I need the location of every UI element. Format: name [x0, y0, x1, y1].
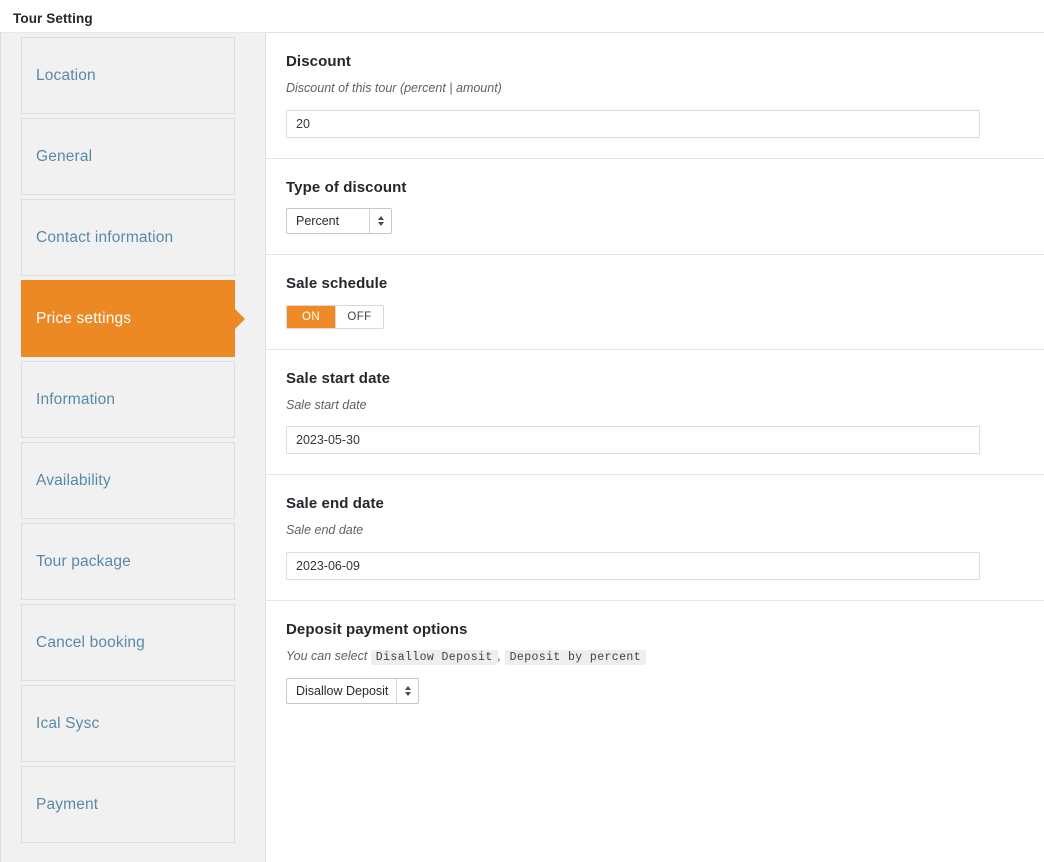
page-title: Tour Setting [13, 11, 93, 26]
sidebar-item-label: Location [36, 66, 96, 84]
sidebar-item-information[interactable]: Information [21, 361, 235, 438]
description-prefix: You can select [286, 648, 368, 663]
field-sale-start-date: Sale start date Sale start date [266, 350, 1044, 475]
sidebar-item-price-settings[interactable]: Price settings [21, 280, 245, 357]
sidebar-item-payment[interactable]: Payment [21, 766, 235, 843]
page-header: Tour Setting [0, 0, 1044, 32]
sidebar-item-label: Contact information [36, 228, 174, 246]
sale-start-date-input[interactable] [286, 426, 980, 454]
main-layout: Location General Contact information Pri… [0, 32, 1044, 862]
settings-content-panel: Discount Discount of this tour (percent … [265, 32, 1044, 862]
sidebar-item-label: Price settings [36, 309, 132, 327]
select-value: Percent [296, 213, 340, 228]
tour-setting-page: Tour Setting Location General Contact in… [0, 0, 1044, 862]
settings-sidebar: Location General Contact information Pri… [0, 32, 265, 862]
deposit-payment-options-select[interactable]: Disallow Deposit [286, 677, 420, 704]
field-deposit-payment-options: Deposit payment options You can select D… [266, 601, 1044, 724]
field-title: Sale end date [286, 495, 385, 512]
sidebar-item-availability[interactable]: Availability [21, 442, 235, 519]
field-title: Discount [286, 53, 351, 70]
field-description: Discount of this tour (percent | amount) [286, 81, 502, 95]
sidebar-item-ical-sysc[interactable]: Ical Sysc [21, 685, 235, 762]
chevron-updown-icon [369, 208, 391, 233]
field-sale-end-date: Sale end date Sale end date [266, 475, 1044, 601]
field-discount: Discount Discount of this tour (percent … [266, 33, 1044, 159]
field-title: Deposit payment options [286, 620, 468, 638]
sidebar-item-tour-package[interactable]: Tour package [21, 523, 235, 600]
field-title: Type of discount [286, 178, 407, 196]
chevron-updown-icon [396, 678, 419, 703]
sidebar-item-label: Information [36, 390, 116, 408]
field-description: Sale end date [286, 523, 364, 537]
field-type-of-discount: Type of discount Percent [266, 159, 1044, 255]
sidebar-item-label: Ical Sysc [36, 714, 100, 732]
field-title: Sale schedule [286, 274, 388, 292]
discount-input[interactable] [286, 109, 980, 138]
toggle-option-off[interactable]: OFF [335, 305, 383, 328]
select-value: Disallow Deposit [296, 683, 389, 698]
code-chip-deposit-by-percent: Deposit by percent [504, 649, 647, 665]
field-description: Sale start date [286, 397, 367, 412]
field-description: You can select Disallow Deposit, Deposit… [286, 648, 1024, 666]
sidebar-item-contact-information[interactable]: Contact information [21, 199, 235, 276]
code-chip-disallow-deposit: Disallow Deposit [370, 649, 498, 665]
toggle-option-on[interactable]: ON [287, 305, 335, 328]
sidebar-item-label: General [36, 147, 93, 165]
sidebar-item-label: Cancel booking [36, 633, 145, 651]
type-of-discount-select[interactable]: Percent [286, 207, 392, 234]
sale-schedule-toggle[interactable]: ON OFF [286, 304, 384, 329]
sidebar-item-general[interactable]: General [21, 118, 235, 195]
sidebar-item-label: Payment [36, 795, 99, 813]
sidebar-nav-list: Location General Contact information Pri… [1, 37, 265, 843]
sidebar-item-label: Availability [36, 471, 111, 489]
sidebar-item-label: Tour package [36, 552, 131, 570]
description-separator: , [497, 648, 502, 663]
field-sale-schedule: Sale schedule ON OFF [266, 255, 1044, 350]
sale-end-date-input[interactable] [286, 551, 980, 580]
sidebar-item-cancel-booking[interactable]: Cancel booking [21, 604, 235, 681]
field-title: Sale start date [286, 369, 391, 387]
sidebar-item-location[interactable]: Location [21, 37, 235, 114]
